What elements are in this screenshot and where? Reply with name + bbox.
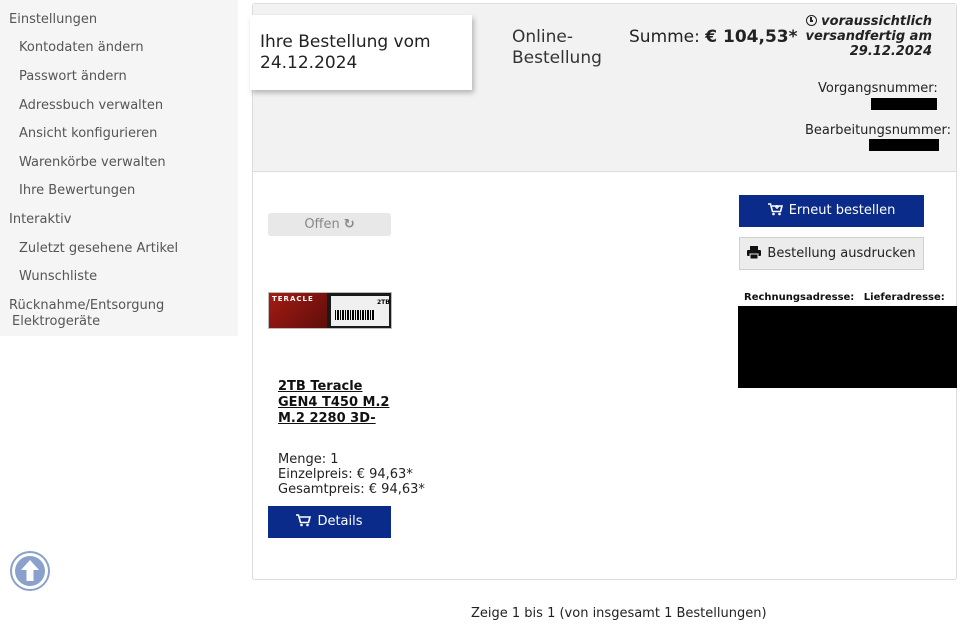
details-button[interactable]: Details [268,506,391,538]
product-name-link[interactable]: 2TB Teracle GEN4 T450 M.2 M.2 2280 3D- [278,379,398,427]
details-button-label: Details [317,514,363,529]
print-order-button[interactable]: Bestellung ausdrucken [739,237,924,270]
product-name-line1: 2TB Teracle [278,379,363,394]
order-date: 24.12.2024 [260,53,358,73]
order-type-line1: Online- [512,27,573,47]
sidebar-item-kontodaten[interactable]: Kontodaten ändern [19,40,144,55]
cart-icon [767,203,783,216]
cart-icon [296,514,312,527]
clock-icon [806,15,818,26]
billing-address-label: Rechnungsadresse: [744,292,855,303]
product-name-line2: GEN4 T450 M.2 [278,395,390,410]
product-image[interactable]: TERACLE 2TB [268,292,392,329]
order-date-box: Ihre Bestellung vom 24.12.2024 [250,15,472,90]
reorder-button[interactable]: Erneut bestellen [739,195,924,227]
address-labels: Rechnungsadresse: Lieferadresse: [744,292,951,303]
sidebar-item-bewertungen[interactable]: Ihre Bewertungen [19,183,135,198]
product-image-capacity: 2TB [377,299,390,306]
shipping-estimate: voraussichtlich versandfertig am 29.12.2… [772,14,932,59]
sidebar-group-interaktiv[interactable]: Interaktiv [9,212,71,227]
sidebar-group-ruecknahme-line2: Elektrogeräte [12,314,101,329]
order-status-badge: Offen ↻ [268,213,391,236]
product-unit-price: Einzelpreis: € 94,63* [278,467,413,482]
sidebar-item-passwort[interactable]: Passwort ändern [19,69,127,84]
order-type: Online- Bestellung [512,27,622,69]
refresh-icon: ↻ [343,217,355,232]
printer-icon [747,246,762,259]
print-order-button-label: Bestellung ausdrucken [767,246,916,261]
sidebar-group-ruecknahme[interactable]: Rücknahme/Entsorgung Elektrogeräte [9,298,229,330]
shipping-date: 29.12.2024 [849,44,932,59]
product-name-line3: M.2 2280 3D- [278,411,376,426]
scroll-to-top-button[interactable] [10,551,50,591]
vorgangsnummer-redacted [871,98,937,110]
account-sidebar: Einstellungen Kontodaten ändern Passwort… [0,0,238,336]
sidebar-item-zuletzt-gesehen[interactable]: Zuletzt gesehene Artikel [19,241,178,256]
shipping-line1: voraussichtlich [821,14,932,29]
product-meta: Menge: 1 Einzelpreis: € 94,63* Gesamtpre… [278,452,425,497]
order-type-line2: Bestellung [512,48,602,68]
arrow-up-icon [21,560,39,581]
shipping-line2: versandfertig am [805,29,932,44]
bearbeitungsnummer-redacted [869,139,939,151]
order-card: Ihre Bestellung vom 24.12.2024 Online- B… [250,3,957,580]
order-header: Ihre Bestellung vom 24.12.2024 Online- B… [250,4,956,172]
sidebar-group-ruecknahme-line1: Rücknahme/Entsorgung [9,298,165,313]
delivery-address-label: Lieferadresse: [863,292,945,303]
sidebar-item-warenkoerbe[interactable]: Warenkörbe verwalten [19,155,166,170]
sidebar-item-ansicht[interactable]: Ansicht konfigurieren [19,126,157,141]
sidebar-item-adressbuch[interactable]: Adressbuch verwalten [19,98,163,113]
addresses-redacted [738,306,957,388]
order-status-label: Offen [304,217,340,232]
vorgangsnummer-label: Vorgangsnummer: [818,81,938,96]
product-image-brand: TERACLE [272,295,314,303]
order-title: Ihre Bestellung vom [260,32,431,52]
sidebar-item-wunschliste[interactable]: Wunschliste [19,269,97,284]
bearbeitungsnummer-label: Bearbeitungsnummer: [805,123,951,138]
product-quantity: Menge: 1 [278,452,339,467]
product-total-price: Gesamtpreis: € 94,63* [278,482,425,497]
sidebar-group-einstellungen[interactable]: Einstellungen [9,12,97,27]
pagination-summary: Zeige 1 bis 1 (von insgesamt 1 Bestellun… [471,606,767,621]
reorder-button-label: Erneut bestellen [788,203,896,218]
order-sum-label: Summe: [629,27,700,47]
barcode-graphic [335,310,375,320]
